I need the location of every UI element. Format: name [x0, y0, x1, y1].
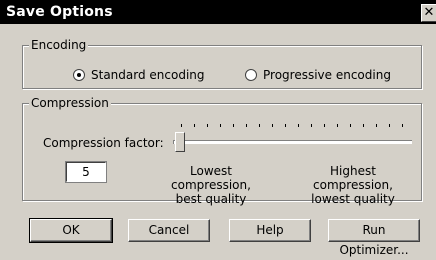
help-button[interactable]: Help — [229, 219, 311, 242]
low-caption-line2: best quality — [175, 192, 247, 206]
save-options-dialog: Save Options ✕ Encoding Standard encodin… — [0, 0, 436, 257]
run-optimizer-button[interactable]: Run Optimizer... — [328, 219, 420, 257]
ok-button[interactable]: OK — [29, 218, 113, 243]
compression-slider[interactable] — [173, 122, 413, 152]
slider-track[interactable] — [173, 140, 412, 144]
high-caption-line2: lowest quality — [311, 192, 395, 206]
dialog-title: Save Options — [6, 4, 113, 20]
close-icon[interactable]: ✕ — [421, 4, 436, 22]
compression-factor-input[interactable]: 5 — [65, 161, 107, 183]
radio-label-progressive: Progressive encoding — [263, 68, 391, 82]
cancel-button[interactable]: Cancel — [128, 219, 210, 242]
compression-factor-label: Compression factor: — [43, 136, 164, 150]
high-compression-caption: Highest compression, lowest quality — [291, 164, 415, 206]
radio-standard-encoding[interactable]: Standard encoding — [73, 68, 205, 82]
encoding-group: Encoding Standard encoding Progressive e… — [22, 38, 422, 89]
low-caption-line1: Lowest compression, — [171, 164, 251, 192]
compression-legend: Compression — [29, 96, 111, 110]
radio-label-standard: Standard encoding — [91, 68, 205, 82]
radio-button-progressive[interactable] — [245, 69, 257, 81]
encoding-legend: Encoding — [29, 38, 89, 52]
title-bar: Save Options ✕ — [0, 0, 436, 24]
radio-progressive-encoding[interactable]: Progressive encoding — [245, 68, 391, 82]
radio-button-standard[interactable] — [73, 69, 85, 81]
low-compression-caption: Lowest compression, best quality — [151, 164, 271, 206]
high-caption-line1: Highest compression, — [313, 164, 393, 192]
compression-group: Compression Compression factor: 5 Lowest… — [22, 96, 422, 206]
slider-thumb[interactable] — [175, 132, 185, 152]
